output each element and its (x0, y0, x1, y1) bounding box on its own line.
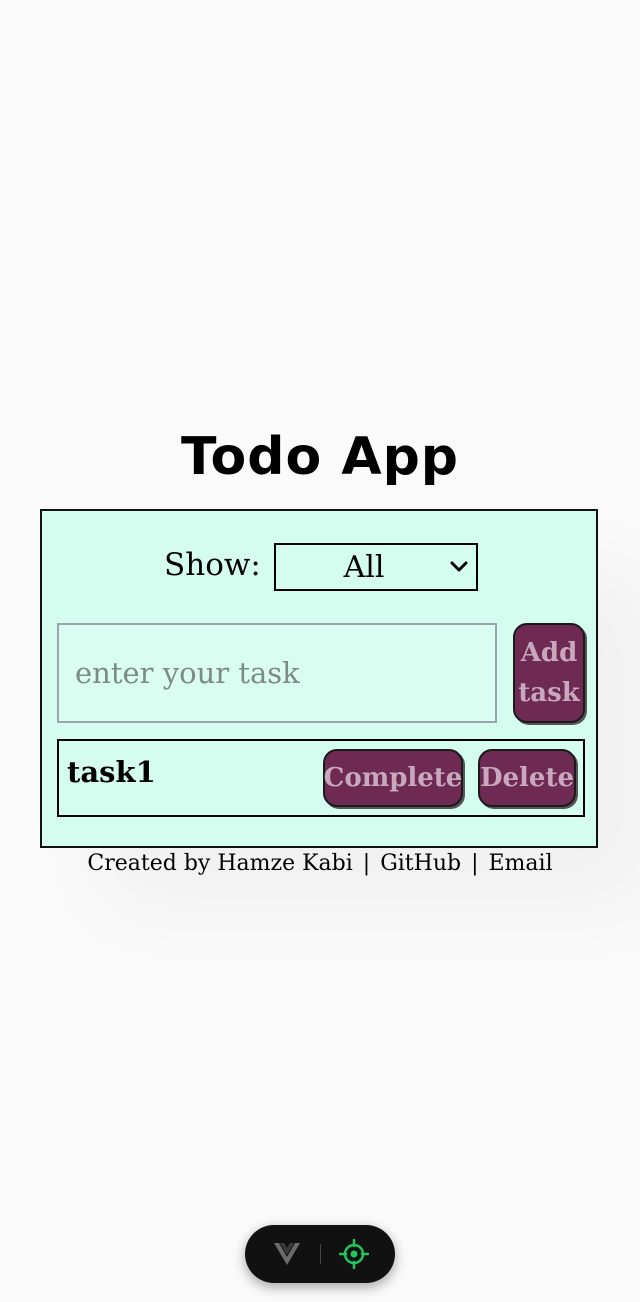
filter-row: Show: All (42, 543, 596, 591)
footer-separator: | (471, 851, 479, 876)
email-link[interactable]: Email (489, 851, 553, 876)
footer: Created by Hamze Kabi | GitHub | Email (0, 848, 640, 880)
todo-card: Show: All Add task task1 Complete Delete (40, 509, 598, 848)
page: Todo App Show: All Add task task1 Comple… (0, 0, 640, 1302)
complete-button[interactable]: Complete (323, 749, 463, 807)
chevron-down-icon (442, 545, 476, 589)
task-text: task1 (67, 755, 156, 789)
footer-credit: Created by Hamze Kabi (87, 851, 353, 876)
vue-logo-icon[interactable] (270, 1237, 304, 1271)
toolbar-divider (319, 1244, 321, 1264)
delete-button[interactable]: Delete (478, 749, 576, 807)
github-link[interactable]: GitHub (380, 851, 461, 876)
filter-selected-value: All (343, 549, 385, 585)
app-title: Todo App (180, 427, 460, 487)
filter-label: Show: (164, 547, 261, 583)
crosshair-inspect-icon[interactable] (337, 1237, 371, 1271)
filter-select[interactable]: All (274, 543, 478, 591)
add-task-button[interactable]: Add task (513, 623, 585, 723)
footer-separator: | (362, 851, 371, 876)
task-item: task1 Complete Delete (57, 739, 585, 817)
task-input[interactable] (57, 623, 497, 723)
devtools-toolbar[interactable] (245, 1225, 395, 1283)
